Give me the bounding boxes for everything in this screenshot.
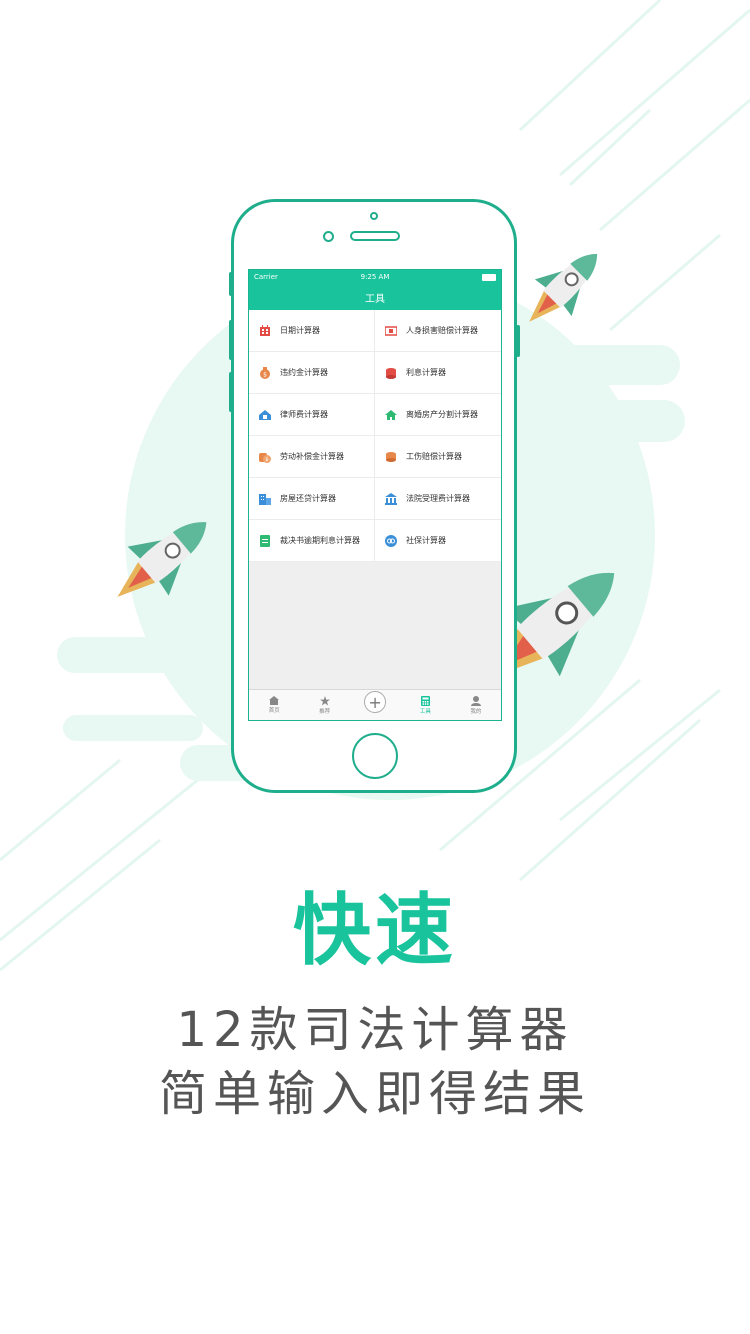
tool-social-security-calculator[interactable]: 社保计算器 — [375, 520, 501, 562]
tab-label: 推荐 — [319, 708, 331, 715]
home-icon — [269, 696, 280, 705]
subline-1: 12款司法计算器 — [176, 1002, 574, 1058]
document-icon — [259, 534, 271, 547]
app-screen: Carrier 9:25 AM 工具 日期计算器 人身损害赔偿计算器 $ 违约金… — [248, 269, 502, 721]
subline-2: 简单输入即得结果 — [158, 1066, 591, 1122]
tab-label: 首页 — [268, 708, 280, 714]
tool-label: 违约金计算器 — [280, 367, 328, 377]
phone-volume-down — [229, 372, 233, 412]
calculator-icon — [420, 695, 430, 706]
tab-tools[interactable]: 工具 — [400, 690, 450, 720]
tool-label: 离婚房产分割计算器 — [406, 409, 478, 419]
tab-label: 我的 — [470, 708, 482, 715]
tools-grid: 日期计算器 人身损害赔偿计算器 $ 违约金计算器 利息计算器 律师费计算器 离婚… — [249, 310, 501, 562]
tab-home[interactable]: 首页 — [249, 690, 299, 720]
tool-label: 日期计算器 — [280, 325, 320, 335]
tool-date-calculator[interactable]: 日期计算器 — [249, 310, 375, 352]
tool-label: 劳动补偿金计算器 — [280, 451, 344, 461]
tool-label: 法院受理费计算器 — [406, 493, 470, 503]
court-icon — [385, 492, 397, 505]
tool-judgment-overdue-interest-calculator[interactable]: 裁决书逾期利息计算器 — [249, 520, 375, 562]
phone-volume-up — [229, 320, 233, 360]
tab-recommend[interactable]: 推荐 — [299, 690, 349, 720]
tool-label: 律师费计算器 — [280, 409, 328, 419]
social-security-icon — [385, 534, 397, 547]
tool-mortgage-calculator[interactable]: 房屋还贷计算器 — [249, 478, 375, 520]
lawyer-icon — [259, 409, 271, 421]
tool-divorce-property-calculator[interactable]: 离婚房产分割计算器 — [375, 394, 501, 436]
calendar-icon — [259, 324, 271, 337]
phone-speaker — [350, 231, 400, 241]
tool-penalty-calculator[interactable]: $ 违约金计算器 — [249, 352, 375, 394]
tab-add[interactable]: + — [350, 690, 400, 720]
svg-text:$: $ — [263, 371, 267, 378]
tool-personal-injury-calculator[interactable]: 人身损害赔偿计算器 — [375, 310, 501, 352]
labor-coin-icon: $ — [259, 451, 271, 463]
money-bag-icon: $ — [259, 366, 271, 379]
tool-label: 人身损害赔偿计算器 — [406, 325, 478, 335]
tab-mine[interactable]: 我的 — [451, 690, 501, 720]
tool-label: 房屋还贷计算器 — [280, 493, 336, 503]
phone-sensor — [323, 231, 334, 242]
tab-bar: 首页 推荐 + 工具 我的 — [249, 689, 501, 720]
page-title: 工具 — [365, 293, 385, 305]
user-icon — [470, 695, 481, 706]
tool-court-fee-calculator[interactable]: 法院受理费计算器 — [375, 478, 501, 520]
phone-camera — [370, 212, 378, 220]
status-time: 9:25 AM — [360, 273, 390, 281]
tool-label: 工伤赔偿计算器 — [406, 451, 462, 461]
tool-work-injury-calculator[interactable]: 工伤赔偿计算器 — [375, 436, 501, 478]
tool-label: 社保计算器 — [406, 535, 446, 545]
tool-label: 利息计算器 — [406, 367, 446, 377]
add-button[interactable]: + — [364, 691, 387, 713]
star-icon — [319, 695, 330, 705]
svg-text:$: $ — [265, 457, 268, 463]
building-icon — [259, 493, 271, 505]
coin-stack-icon — [385, 367, 397, 379]
phone-power-button — [516, 325, 520, 357]
injury-icon — [385, 325, 397, 337]
house-icon — [385, 409, 397, 421]
tool-interest-calculator[interactable]: 利息计算器 — [375, 352, 501, 394]
tool-label: 裁决书逾期利息计算器 — [280, 535, 360, 545]
work-injury-icon — [385, 451, 397, 463]
phone-mute-switch — [229, 272, 233, 296]
phone-home-button[interactable] — [352, 733, 398, 779]
tool-labor-compensation-calculator[interactable]: $ 劳动补偿金计算器 — [249, 436, 375, 478]
headline: 快速 — [292, 886, 457, 976]
tool-lawyer-fee-calculator[interactable]: 律师费计算器 — [249, 394, 375, 436]
tab-label: 工具 — [419, 708, 431, 715]
nav-bar: 工具 — [249, 284, 501, 310]
